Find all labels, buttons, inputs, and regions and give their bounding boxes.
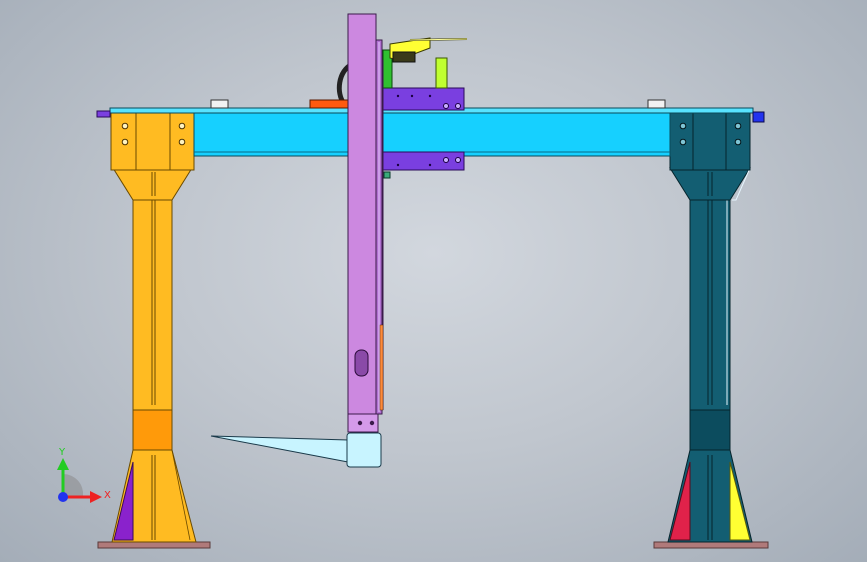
left-base-plate[interactable]	[97, 541, 211, 549]
bolt-icon	[679, 138, 687, 146]
sensor-housing[interactable]	[392, 51, 416, 63]
right-base-plate[interactable]	[653, 541, 769, 549]
bolt-icon	[178, 138, 186, 146]
gripper-fork[interactable]	[210, 432, 382, 468]
bolt-icon	[734, 138, 742, 146]
bolt-icon	[121, 138, 129, 146]
y-axis-label: Y	[58, 447, 66, 458]
bolt-icon	[443, 103, 449, 109]
coordinate-triad: Y X	[57, 447, 111, 503]
mast-side-strip[interactable]	[379, 324, 384, 411]
right-end-cap[interactable]	[752, 111, 765, 123]
bolt-icon	[455, 103, 461, 109]
left-end-cap[interactable]	[96, 110, 111, 118]
bolt-icon	[369, 420, 375, 426]
gripper-tip[interactable]	[346, 432, 382, 468]
fork-blade[interactable]	[210, 435, 349, 463]
bolt-icon	[357, 420, 363, 426]
right-column[interactable]	[653, 111, 769, 549]
left-column-collar[interactable]	[132, 409, 173, 451]
bolt-icon	[443, 157, 449, 163]
top-bracket-right[interactable]	[647, 99, 666, 109]
right-red-gusset[interactable]	[669, 461, 691, 541]
bolt-icon	[178, 122, 186, 130]
z-axis-dot	[58, 492, 68, 502]
right-column-shaft[interactable]	[689, 196, 731, 411]
mast-slot[interactable]	[354, 349, 369, 377]
vertical-mast[interactable]	[347, 13, 384, 433]
bolt-icon	[121, 122, 129, 130]
right-column-collar[interactable]	[689, 409, 731, 451]
cad-model-view[interactable]: Y X	[0, 0, 867, 562]
crossbeam-body[interactable]	[193, 112, 671, 157]
bolt-icon	[734, 122, 742, 130]
green-block[interactable]	[435, 57, 448, 89]
right-yellow-gusset[interactable]	[729, 461, 751, 541]
bolt-icon	[679, 122, 687, 130]
left-purple-gusset[interactable]	[113, 461, 134, 541]
graphics-viewport[interactable]: Y X	[0, 0, 867, 562]
drive-motor[interactable]	[309, 99, 349, 109]
triad-rotation-arc	[63, 473, 84, 496]
top-bracket-left[interactable]	[210, 99, 229, 109]
x-axis-label: X	[104, 490, 111, 501]
bolt-icon	[455, 157, 461, 163]
left-column[interactable]	[97, 111, 211, 549]
